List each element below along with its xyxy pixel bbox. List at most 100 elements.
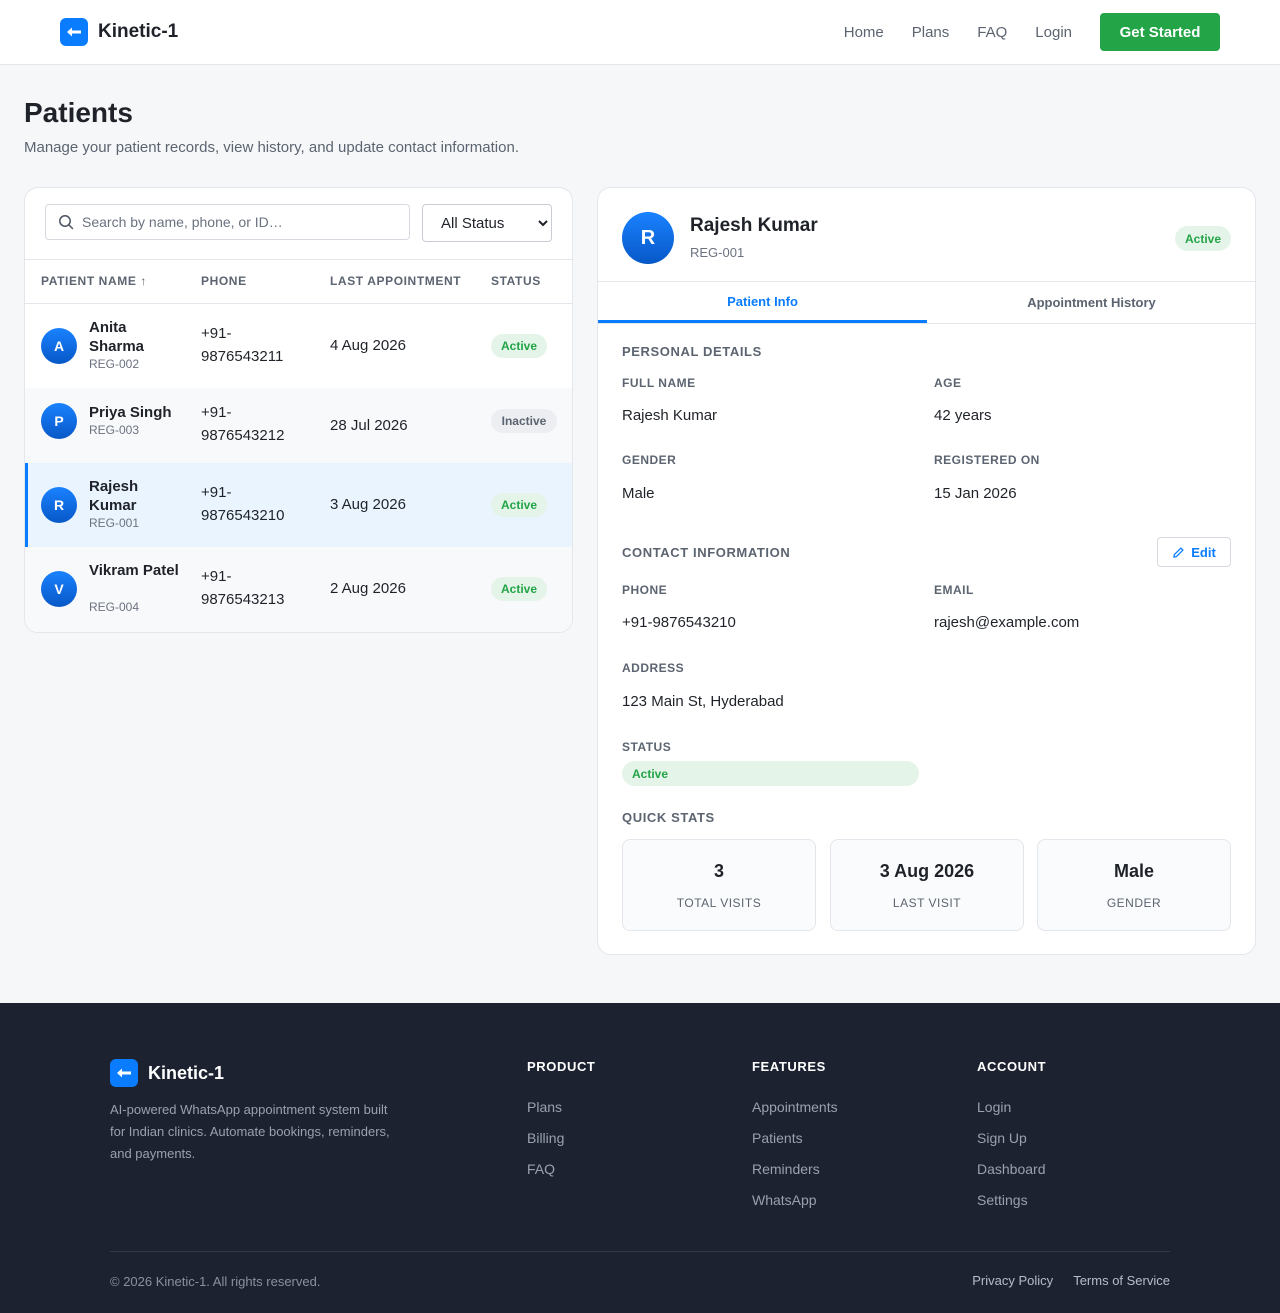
avatar: V (41, 571, 77, 607)
full-name-value: Rajesh Kumar (622, 407, 718, 424)
full-name-label: FULL NAME (622, 376, 696, 390)
legal-links: Privacy Policy Terms of Service (952, 1273, 1170, 1288)
patient-list-card: All Status PATIENT NAME ↑ PHONE LAST APP… (24, 187, 573, 633)
search-icon (59, 215, 74, 230)
footer-link-settings[interactable]: Settings (977, 1192, 1046, 1211)
column-header-last-appointment: LAST APPOINTMENT (330, 274, 462, 288)
table-row[interactable]: A Anita Sharma REG-002 +91-9876543211 4 … (25, 304, 572, 388)
footer-link-login[interactable]: Login (977, 1099, 1046, 1118)
nav-faq[interactable]: FAQ (977, 24, 1007, 41)
stat-label: TOTAL VISITS (676, 896, 762, 910)
footer-column-features: FEATURES Appointments Patients Reminders… (752, 1059, 838, 1223)
footer-description: AI-powered WhatsApp appointment system b… (110, 1102, 390, 1161)
footer-column-heading: FEATURES (752, 1059, 826, 1074)
patient-last-appointment: 28 Jul 2026 (330, 417, 408, 434)
table-row-selected[interactable]: R Rajesh Kumar REG-001 +91-9876543210 3 … (25, 463, 572, 547)
pencil-icon (1173, 546, 1184, 558)
patient-phone: +91-9876543213 (201, 568, 285, 608)
footer-column-product: PRODUCT Plans Billing FAQ (527, 1059, 595, 1192)
patient-last-appointment: 2 Aug 2026 (330, 580, 406, 597)
registered-value: 15 Jan 2026 (934, 485, 1017, 502)
column-header-status: STATUS (491, 274, 541, 288)
registered-label: REGISTERED ON (934, 453, 1040, 467)
status-badge: Active (491, 577, 547, 601)
patient-phone: +91-9876543211 (201, 325, 284, 365)
footer-link-whatsapp[interactable]: WhatsApp (752, 1192, 838, 1211)
stat-card-gender: Male GENDER (1037, 839, 1231, 931)
status-badge: Active (1175, 226, 1231, 251)
section-heading-contact: CONTACT INFORMATION (622, 545, 791, 560)
patient-last-appointment: 4 Aug 2026 (330, 337, 406, 354)
page-title: Patients (24, 97, 133, 128)
table-row[interactable]: P Priya Singh REG-003 +91-9876543212 28 … (25, 388, 572, 463)
patient-id: REG-003 (89, 423, 140, 437)
table-row[interactable]: V Vikram Patel REG-004 +91-9876543213 2 … (25, 547, 572, 632)
nav-plans[interactable]: Plans (912, 24, 950, 41)
status-filter-select[interactable]: All Status (422, 204, 552, 242)
avatar: R (622, 212, 674, 264)
stat-value: Male (1113, 861, 1155, 881)
patient-last-appointment: 3 Aug 2026 (330, 496, 406, 513)
search-box (45, 204, 410, 240)
status-badge: Inactive (491, 409, 557, 433)
patient-id: REG-001 (89, 516, 140, 530)
patient-id: REG-002 (89, 357, 140, 371)
footer-link-faq[interactable]: FAQ (527, 1161, 595, 1180)
footer-divider (110, 1251, 1170, 1252)
status-badge: Active (491, 334, 547, 358)
logo-arrow-icon (110, 1059, 138, 1087)
main-nav: Home Plans FAQ Login Get Started (844, 13, 1220, 51)
column-header-phone: PHONE (201, 274, 247, 288)
patient-name: Priya Singh (89, 404, 172, 421)
edit-label: Edit (1191, 544, 1216, 560)
phone-label: PHONE (622, 583, 668, 597)
status-label: STATUS (622, 740, 672, 754)
copyright: © 2026 Kinetic-1. All rights reserved. (110, 1274, 321, 1289)
gender-value: Male (622, 485, 655, 502)
get-started-button[interactable]: Get Started (1100, 13, 1220, 51)
footer-link-reminders[interactable]: Reminders (752, 1161, 838, 1180)
footer-link-patients[interactable]: Patients (752, 1130, 838, 1149)
logo-arrow-icon (60, 18, 88, 46)
tab-patient-info[interactable]: Patient Info (598, 282, 927, 323)
footer-link-billing[interactable]: Billing (527, 1130, 595, 1149)
top-navbar: Kinetic-1 Home Plans FAQ Login Get Start… (0, 0, 1280, 65)
brand[interactable]: Kinetic-1 (60, 18, 178, 46)
patient-detail-card: R Rajesh Kumar REG-001 Active Patient In… (597, 187, 1256, 955)
stat-card-total-visits: 3 TOTAL VISITS (622, 839, 816, 931)
patient-phone: +91-9876543210 (201, 484, 285, 524)
page-subtitle: Manage your patient records, view histor… (24, 139, 519, 156)
table-header: PATIENT NAME ↑ PHONE LAST APPOINTMENT ST… (25, 259, 572, 304)
footer-link-dashboard[interactable]: Dashboard (977, 1161, 1046, 1180)
stat-card-last-visit: 3 Aug 2026 LAST VISIT (830, 839, 1024, 931)
patient-phone: +91-9876543212 (201, 404, 285, 444)
footer-brand-name: Kinetic-1 (148, 1062, 225, 1083)
footer-column-account: ACCOUNT Login Sign Up Dashboard Settings (977, 1059, 1046, 1223)
address-value: 123 Main St, Hyderabad (622, 693, 784, 710)
footer-brand[interactable]: Kinetic-1 (110, 1059, 224, 1087)
patient-name: Vikram Patel (89, 562, 179, 579)
stat-label: GENDER (1106, 896, 1162, 910)
brand-name: Kinetic-1 (98, 21, 179, 42)
terms-of-service-link[interactable]: Terms of Service (1073, 1273, 1170, 1288)
tab-appointment-history[interactable]: Appointment History (927, 282, 1255, 323)
age-label: AGE (934, 376, 962, 390)
patient-name: Anita Sharma (89, 319, 145, 355)
footer-link-plans[interactable]: Plans (527, 1099, 595, 1118)
status-badge: Active (491, 493, 547, 517)
edit-contact-button[interactable]: Edit (1157, 537, 1231, 567)
column-header-patient-name[interactable]: PATIENT NAME ↑ (41, 274, 147, 288)
gender-label: GENDER (622, 453, 677, 467)
footer-link-appointments[interactable]: Appointments (752, 1099, 838, 1118)
nav-home[interactable]: Home (844, 24, 884, 41)
nav-login[interactable]: Login (1035, 24, 1072, 41)
patient-id: REG-004 (89, 600, 140, 614)
footer-link-signup[interactable]: Sign Up (977, 1130, 1046, 1149)
search-input[interactable] (82, 214, 402, 230)
detail-tabs: Patient Info Appointment History (598, 281, 1255, 324)
avatar: R (41, 487, 77, 523)
privacy-policy-link[interactable]: Privacy Policy (972, 1273, 1053, 1288)
footer: Kinetic-1 AI-powered WhatsApp appointmen… (0, 1003, 1280, 1313)
patient-name: Rajesh Kumar (89, 478, 139, 514)
footer-column-heading: PRODUCT (527, 1059, 596, 1074)
